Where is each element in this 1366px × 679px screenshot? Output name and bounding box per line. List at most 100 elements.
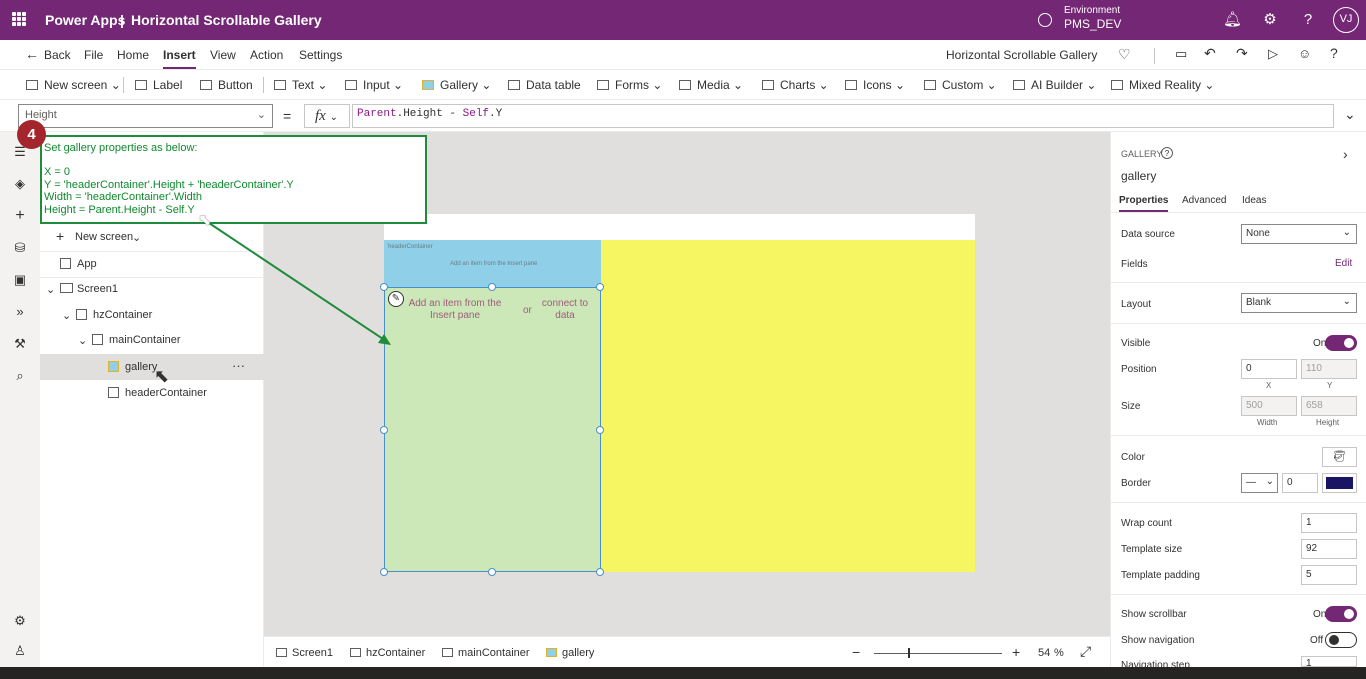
back-button[interactable]: Back bbox=[44, 48, 71, 62]
share-user-icon[interactable]: ☺ bbox=[1298, 46, 1311, 61]
button-button[interactable]: Button bbox=[200, 78, 253, 92]
gallery-dropdown[interactable]: Gallery ⌄ bbox=[422, 78, 491, 92]
power-automate-icon[interactable]: » bbox=[12, 304, 28, 320]
zoom-slider[interactable] bbox=[874, 653, 1002, 654]
show-navigation-toggle[interactable] bbox=[1325, 632, 1357, 648]
callout-line bbox=[44, 154, 423, 166]
help-icon[interactable]: ? bbox=[1299, 11, 1317, 29]
resize-handle[interactable] bbox=[596, 568, 604, 576]
resize-handle[interactable] bbox=[380, 568, 388, 576]
wrap-count-input[interactable]: 1 bbox=[1301, 513, 1357, 533]
zoom-slider-thumb[interactable] bbox=[908, 648, 910, 658]
breadcrumb-screen1[interactable]: Screen1 bbox=[276, 647, 333, 659]
size-width-input[interactable]: 500 bbox=[1241, 396, 1297, 416]
menu-settings[interactable]: Settings bbox=[299, 48, 342, 62]
text-dropdown[interactable]: Text ⌄ bbox=[274, 78, 327, 92]
resize-handle[interactable] bbox=[488, 283, 496, 291]
resize-handle[interactable] bbox=[380, 426, 388, 434]
tree-item-headercontainer[interactable]: headerContainer bbox=[40, 380, 264, 406]
input-dropdown[interactable]: Input ⌄ bbox=[345, 78, 403, 92]
menu-action[interactable]: Action bbox=[250, 48, 283, 62]
info-icon[interactable]: ? bbox=[1161, 147, 1173, 159]
zoom-out-icon[interactable]: − bbox=[852, 644, 860, 660]
expand-formula-icon[interactable]: ⌄ bbox=[1344, 106, 1356, 123]
new-screen-button[interactable]: New screen ⌄ bbox=[26, 78, 121, 92]
app-checker-icon[interactable]: ♡ bbox=[1118, 46, 1131, 63]
breadcrumb-hzcontainer[interactable]: hzContainer bbox=[350, 647, 425, 659]
template-padding-input[interactable]: 5 bbox=[1301, 565, 1357, 585]
redo-icon[interactable]: ↷ bbox=[1236, 45, 1248, 62]
template-size-input[interactable]: 92 bbox=[1301, 539, 1357, 559]
label-button[interactable]: Label bbox=[135, 78, 182, 92]
forms-dropdown[interactable]: Forms ⌄ bbox=[597, 78, 662, 92]
menu-file[interactable]: File bbox=[84, 48, 103, 62]
zoom-in-icon[interactable]: + bbox=[1012, 644, 1020, 660]
tab-ideas[interactable]: Ideas bbox=[1242, 195, 1266, 206]
menu-home[interactable]: Home bbox=[117, 48, 149, 62]
ai-builder-dropdown[interactable]: AI Builder ⌄ bbox=[1013, 78, 1096, 92]
media-icon[interactable]: ▣ bbox=[12, 272, 28, 288]
mixed-reality-dropdown[interactable]: Mixed Reality ⌄ bbox=[1111, 78, 1214, 92]
size-height-input[interactable]: 658 bbox=[1301, 396, 1357, 416]
insert-plus-icon[interactable]: + bbox=[12, 208, 28, 224]
help-question-icon[interactable]: ? bbox=[1330, 45, 1338, 61]
border-color-picker[interactable] bbox=[1322, 473, 1357, 493]
product-name[interactable]: Power Apps bbox=[45, 12, 125, 28]
comments-icon[interactable]: ▭ bbox=[1175, 46, 1187, 62]
menu-view[interactable]: View bbox=[210, 48, 236, 62]
data-source-dropdown[interactable]: None ⌄ bbox=[1241, 224, 1357, 244]
back-arrow-icon[interactable]: ← bbox=[25, 46, 39, 62]
tab-properties[interactable]: Properties bbox=[1119, 195, 1169, 212]
resize-handle[interactable] bbox=[596, 426, 604, 434]
resize-handle[interactable] bbox=[596, 283, 604, 291]
notifications-icon[interactable]: 🔔︎ bbox=[1223, 11, 1242, 29]
charts-dropdown[interactable]: Charts ⌄ bbox=[762, 78, 829, 92]
property-selector[interactable]: Height ⌄ bbox=[18, 104, 273, 128]
header-container[interactable]: headerContainer Add an item from the Ins… bbox=[384, 240, 601, 287]
preview-play-icon[interactable]: ▷ bbox=[1268, 46, 1278, 62]
navigation-step-input[interactable]: 1 bbox=[1301, 656, 1357, 667]
icons-dropdown[interactable]: Icons ⌄ bbox=[845, 78, 905, 92]
more-options-icon[interactable]: ··· bbox=[232, 358, 245, 373]
settings-gear-icon[interactable]: ⚙ bbox=[12, 613, 28, 629]
media-dropdown[interactable]: Media ⌄ bbox=[679, 78, 743, 92]
search-icon[interactable]: ⌕ bbox=[12, 368, 28, 384]
gallery-hint-insert: Add an item from the Insert pane bbox=[408, 298, 502, 321]
breadcrumb-gallery[interactable]: gallery bbox=[546, 647, 594, 659]
settings-gear-icon[interactable]: ⚙ bbox=[1261, 11, 1279, 29]
data-table-button[interactable]: Data table bbox=[508, 78, 581, 92]
border-width-input[interactable]: 0 bbox=[1282, 473, 1318, 493]
virtual-agent-icon[interactable]: ♙ bbox=[12, 643, 28, 659]
data-icon[interactable]: ⛁ bbox=[12, 240, 28, 256]
zoom-value[interactable]: 54 bbox=[1038, 647, 1050, 659]
control-name[interactable]: gallery bbox=[1121, 169, 1156, 183]
formula-input[interactable]: Parent.Height - Self.Y bbox=[352, 104, 1334, 128]
border-style-dropdown[interactable]: — ⌄ bbox=[1241, 473, 1278, 493]
menu-insert[interactable]: Insert bbox=[163, 48, 196, 69]
breadcrumb-maincontainer[interactable]: mainContainer bbox=[442, 647, 530, 659]
show-navigation-state: Off bbox=[1310, 635, 1324, 646]
user-avatar[interactable]: VJ bbox=[1333, 7, 1359, 33]
tab-advanced[interactable]: Advanced bbox=[1182, 195, 1226, 206]
custom-dropdown[interactable]: Custom ⌄ bbox=[924, 78, 997, 92]
fit-to-window-icon[interactable]: ⤢ bbox=[1080, 643, 1091, 660]
gallery-control[interactable]: ✎ Add an item from the Insert pane or co… bbox=[384, 287, 601, 572]
chevron-right-icon[interactable]: › bbox=[1343, 146, 1348, 162]
fill-color-picker[interactable]: 🪣︎ bbox=[1322, 447, 1357, 467]
layout-dropdown[interactable]: Blank ⌄ bbox=[1241, 293, 1357, 313]
properties-panel: GALLERY ? › gallery Properties Advanced … bbox=[1110, 132, 1366, 671]
tree-view-layers-icon[interactable]: ◈ bbox=[12, 176, 28, 192]
fields-edit-link[interactable]: Edit bbox=[1335, 258, 1352, 269]
undo-icon[interactable]: ↶ bbox=[1204, 45, 1216, 62]
function-button[interactable]: fx ⌄ bbox=[304, 104, 350, 128]
advanced-tools-icon[interactable]: ⚒ bbox=[12, 336, 28, 352]
visible-toggle[interactable] bbox=[1325, 335, 1357, 351]
show-scrollbar-toggle[interactable] bbox=[1325, 606, 1357, 622]
app-launcher-icon[interactable] bbox=[12, 12, 26, 26]
position-y-input[interactable]: 110 bbox=[1301, 359, 1357, 379]
tree-item-gallery[interactable]: gallery ··· bbox=[40, 354, 264, 380]
resize-handle[interactable] bbox=[488, 568, 496, 576]
environment-name[interactable]: PMS_DEV bbox=[1064, 17, 1121, 31]
zoom-percent: % bbox=[1054, 647, 1064, 659]
position-x-input[interactable]: 0 bbox=[1241, 359, 1297, 379]
